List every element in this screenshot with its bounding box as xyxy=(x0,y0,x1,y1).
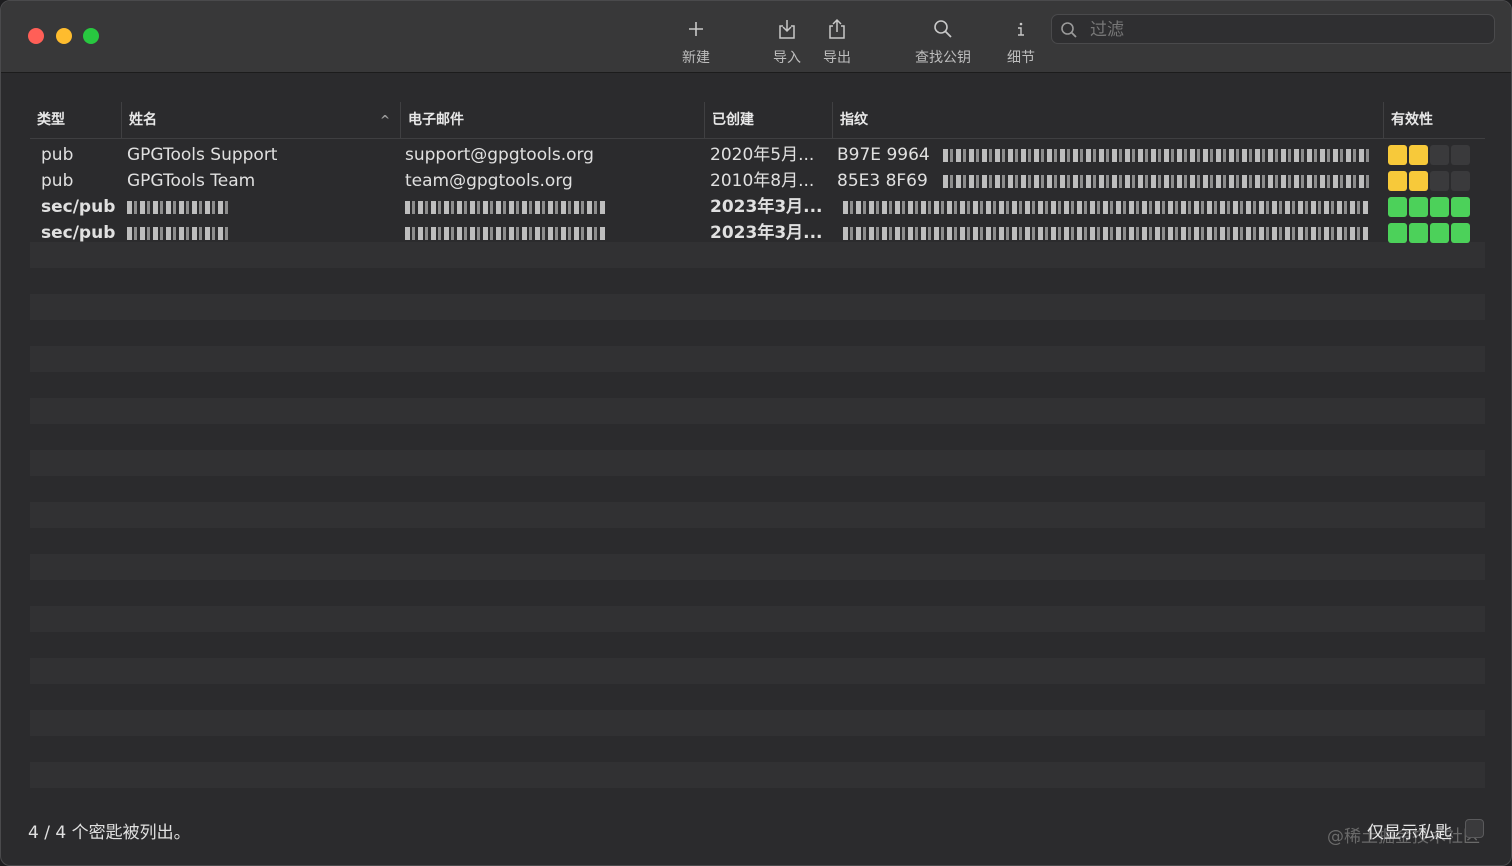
magnifier-icon xyxy=(908,15,978,43)
key-email: team@gpgtools.org xyxy=(405,171,573,191)
validity-indicator xyxy=(1388,171,1470,191)
minimize-window-button[interactable] xyxy=(56,28,72,44)
validity-segment xyxy=(1430,223,1449,243)
redacted-name xyxy=(127,227,231,240)
show-secret-only-checkbox[interactable] xyxy=(1465,819,1484,838)
validity-segment xyxy=(1451,145,1470,165)
validity-segment xyxy=(1409,171,1428,191)
column-header-email[interactable]: 电子邮件 xyxy=(400,102,704,138)
key-created: 2010年8月... xyxy=(710,171,815,191)
status-text: 4 / 4 个密匙被列出。 xyxy=(28,823,191,843)
key-name: GPGTools Team xyxy=(127,171,256,191)
key-table: 类型 姓名 ^ 电子邮件 已创建 指纹 有效性 pub GPGTools Sup… xyxy=(30,102,1485,246)
column-header-validity[interactable]: 有效性 xyxy=(1383,102,1485,138)
empty-row-stripe xyxy=(30,710,1485,736)
export-button[interactable]: 导出 xyxy=(817,15,857,67)
key-fingerprint: B97E 9964 xyxy=(837,145,930,165)
import-label: 导入 xyxy=(773,50,801,66)
key-created: 2023年3月... xyxy=(710,223,823,243)
toolbar: 新建 导入 导出 查找公钥 细节 xyxy=(1,1,1511,73)
validity-segment xyxy=(1388,145,1407,165)
lookup-key-label: 查找公钥 xyxy=(915,50,971,66)
info-icon xyxy=(1001,15,1041,43)
import-icon xyxy=(767,15,807,43)
share-icon xyxy=(817,15,857,43)
validity-segment xyxy=(1409,223,1428,243)
column-header-name-label: 姓名 xyxy=(129,112,157,128)
table-row[interactable]: pub GPGTools Team team@gpgtools.org 2010… xyxy=(30,168,1485,194)
validity-segment xyxy=(1388,197,1407,217)
validity-indicator xyxy=(1388,145,1470,165)
table-row[interactable]: sec/pub 2023年3月... xyxy=(30,220,1485,246)
empty-row-stripe xyxy=(30,294,1485,320)
validity-segment xyxy=(1388,223,1407,243)
validity-segment xyxy=(1451,171,1470,191)
validity-segment xyxy=(1388,171,1407,191)
validity-segment xyxy=(1430,197,1449,217)
validity-segment xyxy=(1430,145,1449,165)
zoom-window-button[interactable] xyxy=(83,28,99,44)
empty-row-stripe xyxy=(30,658,1485,684)
validity-segment xyxy=(1451,197,1470,217)
redacted-fingerprint xyxy=(943,149,1370,162)
new-key-label: 新建 xyxy=(682,50,710,66)
validity-indicator xyxy=(1388,223,1470,243)
key-type: pub xyxy=(41,171,74,191)
import-button[interactable]: 导入 xyxy=(767,15,807,67)
validity-segment xyxy=(1409,197,1428,217)
key-type: sec/pub xyxy=(41,223,116,243)
column-header-created[interactable]: 已创建 xyxy=(704,102,832,138)
empty-row-stripe xyxy=(30,762,1485,788)
empty-row-stripe xyxy=(30,346,1485,372)
table-row[interactable]: sec/pub 2023年3月... xyxy=(30,194,1485,220)
redacted-fingerprint xyxy=(843,201,1370,214)
details-button[interactable]: 细节 xyxy=(1001,15,1041,67)
new-key-button[interactable]: 新建 xyxy=(676,15,716,67)
column-header-type[interactable]: 类型 xyxy=(30,102,121,138)
filter-search-field[interactable] xyxy=(1051,14,1495,44)
lookup-key-button[interactable]: 查找公钥 xyxy=(908,15,978,67)
validity-segment xyxy=(1430,171,1449,191)
empty-row-stripe xyxy=(30,606,1485,632)
filter-input[interactable] xyxy=(1088,18,1492,42)
key-email: support@gpgtools.org xyxy=(405,145,594,165)
validity-segment xyxy=(1409,145,1428,165)
redacted-email xyxy=(405,201,605,214)
table-row[interactable]: pub GPGTools Support support@gpgtools.or… xyxy=(30,142,1485,168)
column-header-fingerprint[interactable]: 指纹 xyxy=(832,102,1383,138)
key-created: 2020年5月... xyxy=(710,145,815,165)
column-header-name[interactable]: 姓名 ^ xyxy=(121,102,400,138)
empty-row-stripe xyxy=(30,554,1485,580)
redacted-name xyxy=(127,201,231,214)
search-icon xyxy=(1060,21,1078,43)
redacted-fingerprint xyxy=(943,175,1370,188)
gpg-keychain-window: 新建 导入 导出 查找公钥 细节 过滤 类型 姓名 ^ 电子邮件 已创建 指纹 … xyxy=(0,0,1512,866)
empty-row-stripe xyxy=(30,450,1485,476)
details-label: 细节 xyxy=(1007,50,1035,66)
validity-indicator xyxy=(1388,197,1470,217)
show-secret-only-label: 仅显示私匙 xyxy=(1367,823,1452,843)
key-created: 2023年3月... xyxy=(710,197,823,217)
key-fingerprint: 85E3 8F69 xyxy=(837,171,928,191)
table-header: 类型 姓名 ^ 电子邮件 已创建 指纹 有效性 xyxy=(30,102,1485,139)
close-window-button[interactable] xyxy=(28,28,44,44)
empty-row-stripe xyxy=(30,398,1485,424)
sort-ascending-icon: ^ xyxy=(379,113,390,127)
empty-row-stripe xyxy=(30,502,1485,528)
redacted-fingerprint xyxy=(843,227,1370,240)
export-label: 导出 xyxy=(823,50,851,66)
key-type: pub xyxy=(41,145,74,165)
key-type: sec/pub xyxy=(41,197,116,217)
redacted-email xyxy=(405,227,605,240)
validity-segment xyxy=(1451,223,1470,243)
key-name: GPGTools Support xyxy=(127,145,278,165)
plus-icon xyxy=(676,15,716,43)
